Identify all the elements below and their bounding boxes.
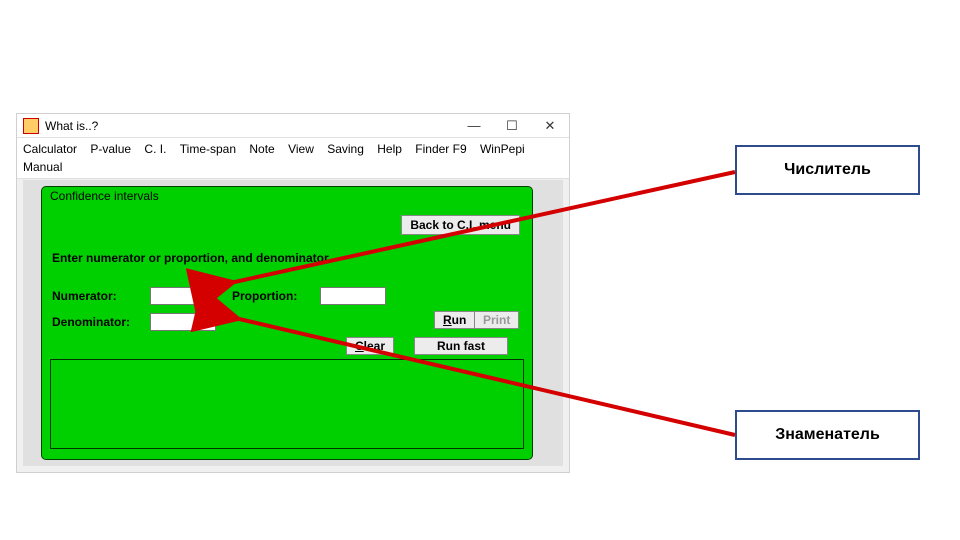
menu-ci[interactable]: C. I. xyxy=(144,140,166,158)
menu-view[interactable]: View xyxy=(288,140,314,158)
ci-panel: Confidence intervals Back to C.I. menu E… xyxy=(41,186,533,460)
app-icon xyxy=(23,118,39,134)
menubar: Calculator P-value C. I. Time-span Note … xyxy=(17,138,569,179)
proportion-input[interactable] xyxy=(320,287,386,305)
back-to-ci-menu-button[interactable]: Back to C.I. menu xyxy=(401,215,520,235)
denominator-input[interactable] xyxy=(150,313,216,331)
print-button[interactable]: Print xyxy=(474,311,519,329)
numerator-label: Numerator: xyxy=(52,289,117,303)
output-area xyxy=(50,359,524,449)
menu-manual[interactable]: Manual xyxy=(23,158,62,176)
menu-finder[interactable]: Finder F9 xyxy=(415,140,466,158)
window-title: What is..? xyxy=(45,119,98,133)
menu-calculator[interactable]: Calculator xyxy=(23,140,77,158)
proportion-label: Proportion: xyxy=(232,289,297,303)
app-window: What is..? — ☐ ✕ Calculator P-value C. I… xyxy=(16,113,570,473)
menu-timespan[interactable]: Time-span xyxy=(180,140,236,158)
panel-title: Confidence intervals xyxy=(50,189,159,203)
close-button[interactable]: ✕ xyxy=(531,114,569,137)
menu-pvalue[interactable]: P-value xyxy=(90,140,131,158)
menu-note[interactable]: Note xyxy=(249,140,274,158)
instruction-text: Enter numerator or proportion, and denom… xyxy=(52,251,329,265)
menu-winpepi[interactable]: WinPepi xyxy=(480,140,525,158)
callout-numerator: Числитель xyxy=(735,145,920,195)
menu-saving[interactable]: Saving xyxy=(327,140,364,158)
maximize-button[interactable]: ☐ xyxy=(493,114,531,137)
window-controls: — ☐ ✕ xyxy=(455,114,569,137)
numerator-input[interactable] xyxy=(150,287,216,305)
denominator-label: Denominator: xyxy=(52,315,130,329)
clear-button[interactable]: Clear xyxy=(346,337,394,355)
minimize-button[interactable]: — xyxy=(455,114,493,137)
titlebar: What is..? — ☐ ✕ xyxy=(17,114,569,138)
menu-help[interactable]: Help xyxy=(377,140,402,158)
run-fast-button[interactable]: Run fast xyxy=(414,337,508,355)
client-area: Confidence intervals Back to C.I. menu E… xyxy=(23,180,563,466)
callout-denominator: Знаменатель xyxy=(735,410,920,460)
run-button[interactable]: Run xyxy=(434,311,475,329)
